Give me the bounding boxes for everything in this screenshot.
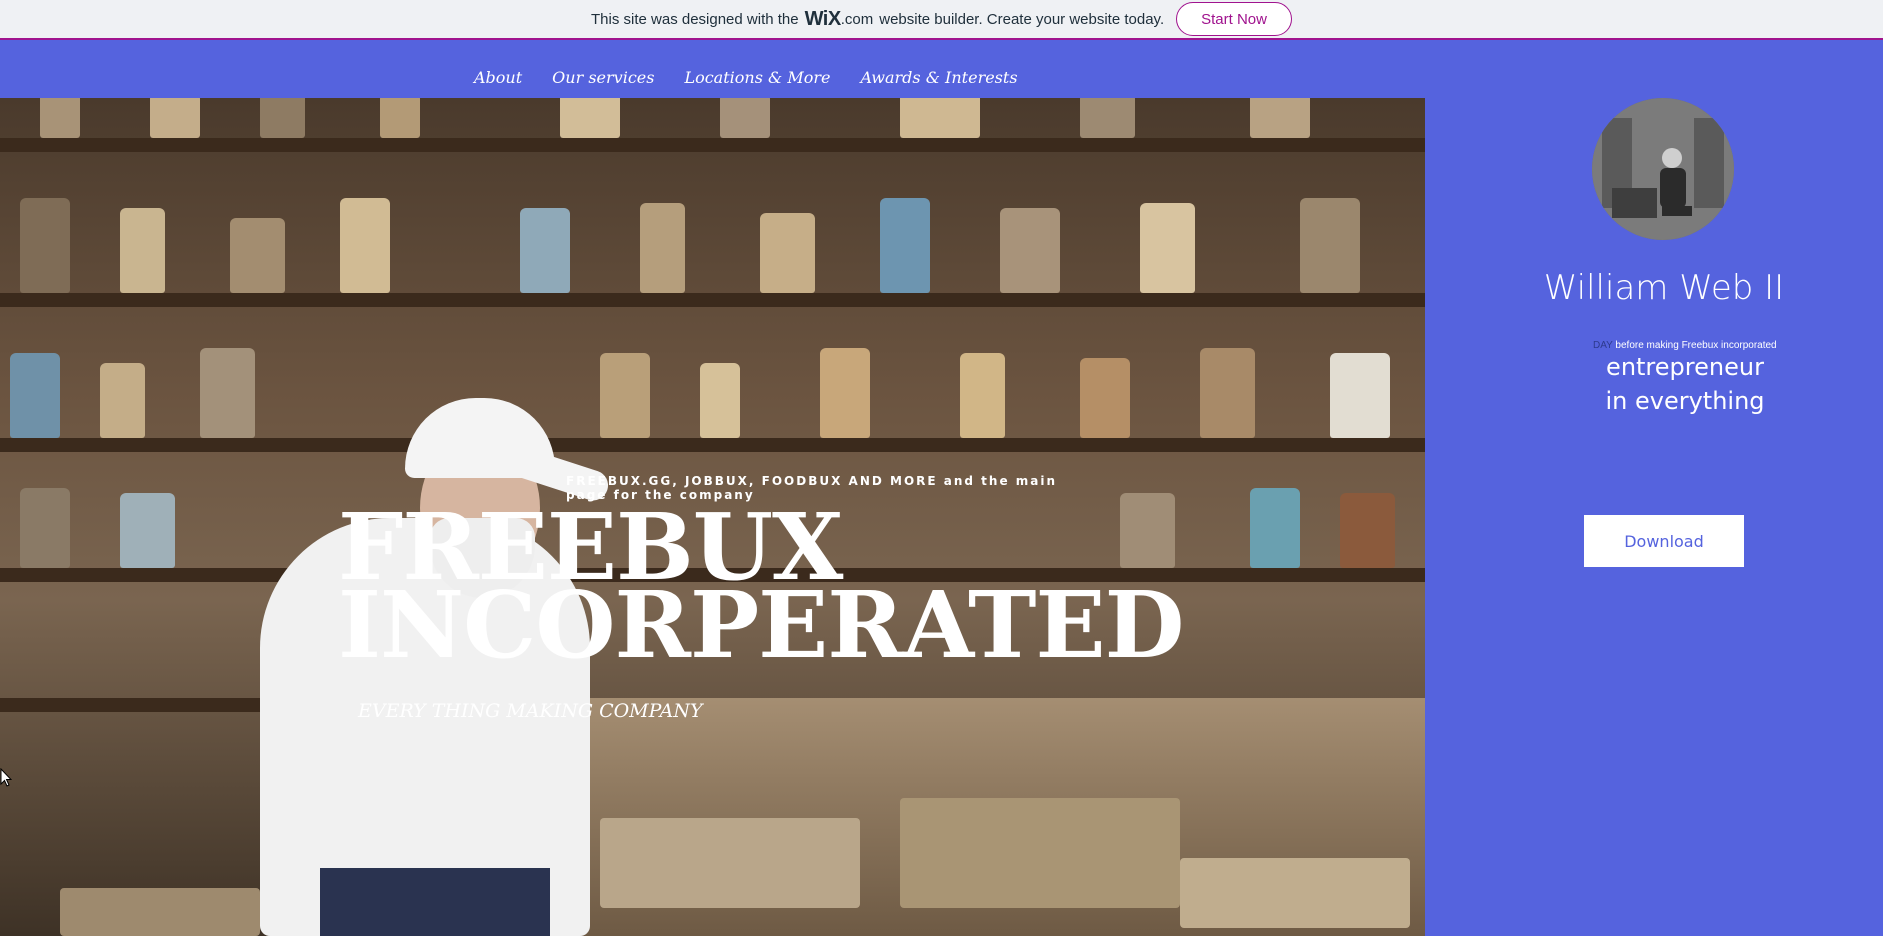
jar	[260, 98, 305, 138]
nav-item-awards[interactable]: Awards & Interests	[860, 68, 1017, 87]
jar	[10, 353, 60, 438]
jar	[1080, 98, 1135, 138]
jar	[120, 493, 175, 568]
jar	[200, 348, 255, 438]
jar	[1000, 208, 1060, 293]
banner-text-after: website builder. Create your website tod…	[879, 10, 1165, 28]
jar	[700, 363, 740, 438]
shelf	[0, 293, 1425, 307]
shopkeeper-pants	[320, 868, 550, 936]
paper-stack	[600, 818, 860, 908]
jar	[1340, 493, 1395, 568]
nav-item-about[interactable]: About	[474, 68, 522, 87]
mouse-cursor-icon	[0, 768, 12, 787]
shelf	[0, 138, 1425, 152]
jar	[380, 98, 420, 138]
jar	[1330, 353, 1390, 438]
jar	[1200, 348, 1255, 438]
profile-role-line2: in everything	[1605, 387, 1765, 415]
download-button[interactable]: Download	[1584, 515, 1744, 567]
wix-logo[interactable]: WiX	[805, 8, 842, 31]
start-now-button[interactable]: Start Now	[1176, 2, 1292, 36]
main-nav: About Our services Locations & More Awar…	[474, 68, 1018, 87]
jar	[560, 98, 620, 138]
jar	[880, 198, 930, 293]
hero-subtitle: EVERY THING MAKING COMPANY	[358, 700, 703, 722]
jar	[760, 213, 815, 293]
profile-role: entrepreneur in everything	[1580, 350, 1790, 418]
shelf	[0, 438, 1425, 452]
jar	[120, 208, 165, 293]
jar	[720, 98, 770, 138]
jar	[1250, 98, 1310, 138]
avatar-photo-icon	[1592, 98, 1734, 240]
wix-ad-banner: This site was designed with the WiX .com…	[0, 0, 1883, 40]
jar	[1250, 488, 1300, 568]
jar	[960, 353, 1005, 438]
hero-title-line2: INCORPERATED	[338, 571, 1184, 679]
jar	[40, 98, 80, 138]
jar	[900, 98, 980, 138]
nav-item-locations[interactable]: Locations & More	[684, 68, 830, 87]
paper-stack	[1180, 858, 1410, 928]
jar	[100, 363, 145, 438]
jar	[1140, 203, 1195, 293]
profile-avatar	[1592, 98, 1734, 240]
jar	[340, 198, 390, 293]
jar	[150, 98, 200, 138]
jar	[600, 353, 650, 438]
jar	[1300, 198, 1360, 293]
jar	[1080, 358, 1130, 438]
profile-name: William Web II	[1543, 268, 1785, 308]
jar	[520, 208, 570, 293]
jar	[640, 203, 685, 293]
jar	[20, 198, 70, 293]
nav-item-services[interactable]: Our services	[552, 68, 654, 87]
jar	[820, 348, 870, 438]
banner-text-before: This site was designed with the	[591, 10, 799, 28]
profile-role-line1: entrepreneur	[1606, 353, 1764, 381]
paper-stack	[60, 888, 260, 936]
hero-title: FREEBUX INCORPERATED	[338, 501, 1238, 679]
wix-dotcom: .com	[840, 10, 874, 28]
paper-stack	[900, 798, 1180, 908]
jar	[230, 218, 285, 293]
jar	[20, 488, 70, 568]
